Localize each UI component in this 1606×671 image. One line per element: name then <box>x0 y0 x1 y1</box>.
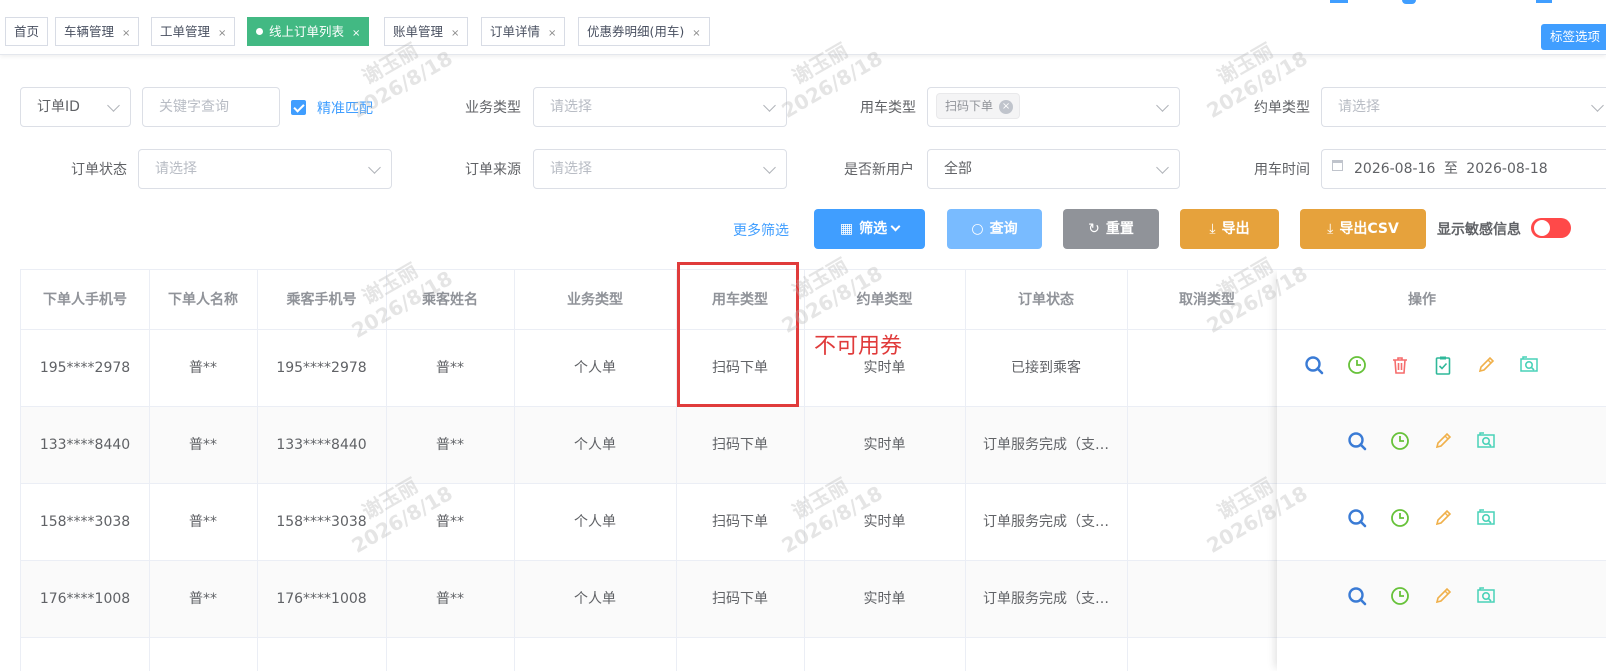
annotation-text: 不可用券 <box>814 334 903 359</box>
clock-icon[interactable] <box>1391 432 1409 450</box>
clipboard-check-icon[interactable] <box>1435 355 1451 375</box>
clock-icon[interactable] <box>1391 509 1409 527</box>
image-search-icon[interactable] <box>1477 432 1495 448</box>
image-search-icon[interactable] <box>1477 509 1495 525</box>
image-search-icon[interactable] <box>1477 587 1495 603</box>
edit-icon[interactable] <box>1436 433 1451 448</box>
clock-icon[interactable] <box>1391 587 1409 605</box>
search-icon[interactable] <box>1348 509 1367 528</box>
annotation-highlight-box <box>677 262 799 407</box>
clock-icon[interactable] <box>1348 356 1366 374</box>
search-icon[interactable] <box>1348 587 1367 606</box>
edit-icon[interactable] <box>1436 588 1451 603</box>
row-action-icons <box>1305 355 1538 606</box>
edit-icon[interactable] <box>1479 357 1494 372</box>
search-icon[interactable] <box>1348 432 1367 451</box>
delete-icon[interactable] <box>1392 357 1408 374</box>
search-icon[interactable] <box>1305 356 1324 375</box>
edit-icon[interactable] <box>1436 510 1451 525</box>
image-search-icon[interactable] <box>1520 356 1538 372</box>
